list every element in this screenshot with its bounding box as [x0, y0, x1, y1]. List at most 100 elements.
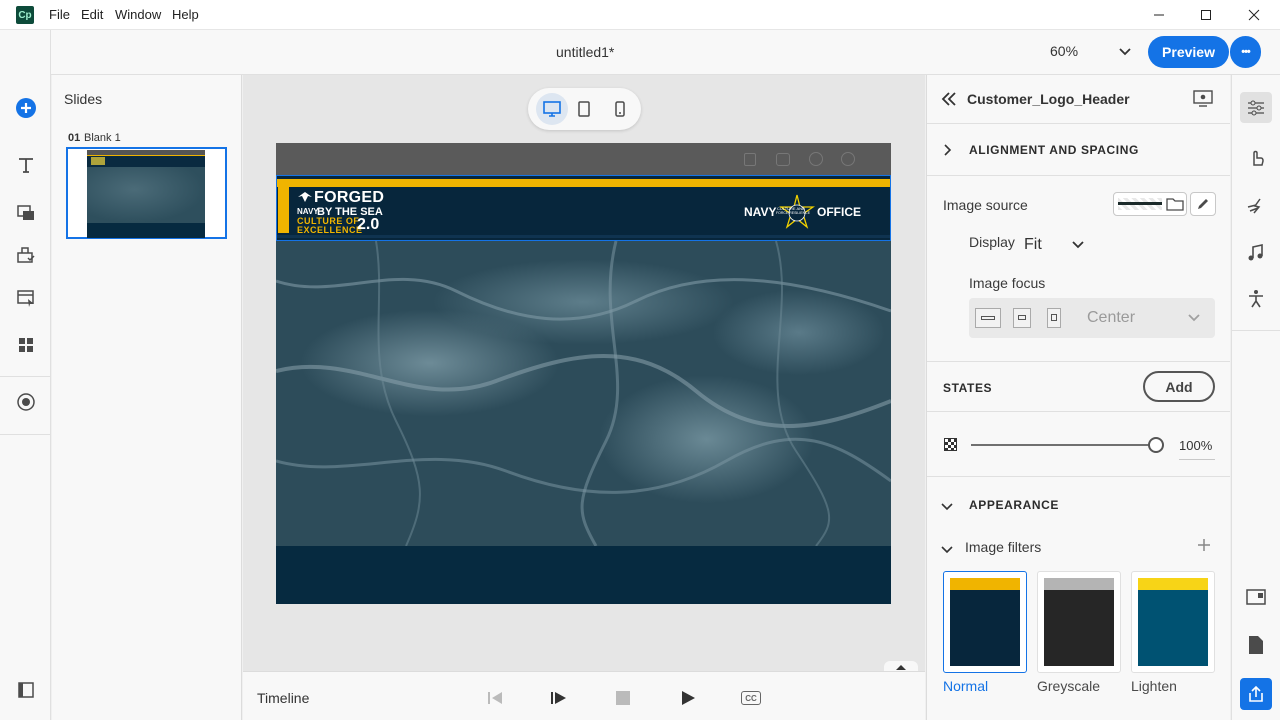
opacity-value[interactable]: 100%: [1179, 438, 1215, 460]
appearance-chevron-down-icon[interactable]: [941, 499, 953, 517]
audio-note-icon[interactable]: [1246, 243, 1266, 268]
mobile-icon[interactable]: [611, 99, 629, 124]
timeline-label: Timeline: [257, 690, 310, 706]
display-dropdown-value[interactable]: Fit: [1024, 236, 1042, 254]
opacity-slider-track[interactable]: [971, 444, 1155, 446]
menu-edit[interactable]: Edit: [81, 7, 103, 22]
tablet-icon[interactable]: [575, 99, 593, 124]
header-forged: FORGED: [314, 189, 385, 206]
filter-greyscale-label: Greyscale: [1037, 678, 1101, 694]
appearance-section-title[interactable]: APPEARANCE: [969, 498, 1059, 512]
properties-panel: Customer_Logo_Header ALIGNMENT AND SPACI…: [926, 75, 1230, 720]
focus-left-icon[interactable]: [975, 308, 1001, 328]
more-options-button[interactable]: •••: [1230, 36, 1261, 68]
app-logo: Cp: [16, 6, 34, 24]
publish-share-icon[interactable]: [1240, 678, 1272, 710]
slides-panel: Slides 01 Blank 1: [52, 75, 242, 720]
play-icon[interactable]: [680, 690, 696, 711]
menu-box-icon: [776, 153, 790, 166]
animation-icon[interactable]: [1246, 195, 1266, 220]
top-toolbar: untitled1* 60% Preview •••: [0, 30, 1280, 75]
filter-normal[interactable]: [943, 571, 1027, 673]
record-icon[interactable]: [14, 390, 38, 414]
preview-monitor-icon[interactable]: [1193, 90, 1213, 113]
image-source-thumbnail: [1118, 198, 1162, 210]
layout-panel-icon[interactable]: [1246, 588, 1266, 611]
slide-thumbnail[interactable]: [66, 147, 227, 239]
office-small-text-2: FORCE RESILIENCE: [776, 211, 811, 215]
device-switcher: [528, 88, 641, 130]
play-next-icon[interactable]: [550, 690, 568, 711]
accessibility-icon[interactable]: [1246, 289, 1266, 314]
widget-icon[interactable]: [14, 286, 38, 310]
slides-panel-title: Slides: [64, 91, 103, 107]
office-office: OFFICE: [817, 205, 861, 219]
customer-logo-header[interactable]: FORGED NAVY BY THE SEA CULTURE OF EXCELL…: [276, 175, 891, 241]
minimize-icon[interactable]: [1136, 0, 1182, 30]
focus-value[interactable]: Center: [1087, 309, 1135, 327]
add-filter-plus-icon[interactable]: [1197, 538, 1211, 557]
rewind-icon[interactable]: [486, 690, 504, 711]
zoom-value[interactable]: 60%: [1050, 43, 1078, 59]
panel-toggle-icon[interactable]: [14, 678, 38, 702]
closed-captions-icon[interactable]: CC: [741, 691, 761, 705]
opacity-checker-icon: [944, 438, 957, 451]
properties-sliders-icon[interactable]: [1240, 92, 1272, 123]
stop-icon[interactable]: [616, 691, 630, 705]
focus-chevron-down-icon[interactable]: [1187, 311, 1201, 330]
filter-lighten[interactable]: [1131, 571, 1215, 673]
desktop-icon[interactable]: [536, 93, 568, 125]
close-icon[interactable]: [1231, 0, 1277, 30]
globe-icon: [809, 152, 823, 166]
header-version: 2.0: [357, 216, 380, 233]
display-chevron-down-icon[interactable]: [1071, 238, 1085, 257]
maximize-icon[interactable]: [1183, 0, 1229, 30]
document-icon[interactable]: [1247, 635, 1265, 660]
menu-help[interactable]: Help: [172, 7, 199, 22]
star-emblem-icon: [778, 193, 816, 238]
assets-icon[interactable]: [14, 333, 38, 357]
edit-pencil-icon[interactable]: [1190, 192, 1216, 216]
media-icon[interactable]: [14, 201, 38, 225]
display-label: Display: [969, 234, 1015, 250]
timeline-bar: Timeline CC: [243, 671, 925, 720]
filter-normal-label: Normal: [943, 678, 989, 694]
image-source-label: Image source: [943, 197, 1028, 213]
image-filters-label: Image filters: [965, 539, 1042, 555]
alignment-chevron-right-icon[interactable]: [943, 143, 953, 161]
add-circle-icon[interactable]: [14, 96, 38, 120]
zoom-chevron-down-icon[interactable]: [1118, 44, 1132, 63]
left-tool-rail: [0, 30, 51, 720]
states-title: STATES: [943, 381, 993, 395]
menu-window[interactable]: Window: [115, 7, 161, 22]
interaction-hand-icon[interactable]: [1246, 147, 1266, 172]
slide-canvas[interactable]: FORGED NAVY BY THE SEA CULTURE OF EXCELL…: [276, 143, 891, 604]
menu-file[interactable]: File: [49, 7, 70, 22]
image-filters-chevron-down-icon[interactable]: [941, 542, 953, 560]
image-focus-control: Center: [969, 298, 1215, 338]
slide-name: Blank 1: [84, 132, 121, 144]
notes-icon: [744, 153, 756, 166]
collapse-double-chevron-left-icon[interactable]: [941, 91, 957, 112]
opacity-slider-handle[interactable]: [1148, 437, 1164, 453]
folder-icon[interactable]: [1166, 196, 1184, 217]
title-bar: Cp File Edit Window Help: [0, 0, 1280, 30]
focus-right-icon[interactable]: [1047, 308, 1061, 328]
right-tool-rail: [1231, 75, 1280, 720]
image-source-picker[interactable]: [1113, 192, 1187, 216]
text-icon[interactable]: [14, 153, 38, 177]
alignment-section-title[interactable]: ALIGNMENT AND SPACING: [969, 143, 1139, 157]
header-navy: NAVY: [297, 207, 319, 216]
ocean-background-image: [276, 241, 891, 546]
navy-eagle-icon: [297, 190, 313, 204]
focus-center-icon[interactable]: [1013, 308, 1031, 328]
filter-lighten-label: Lighten: [1131, 678, 1177, 694]
image-focus-label: Image focus: [969, 275, 1046, 291]
slide-number: 01: [68, 132, 81, 144]
add-state-button[interactable]: Add: [1143, 371, 1215, 402]
object-name: Customer_Logo_Header: [967, 91, 1130, 107]
canvas-area: FORGED NAVY BY THE SEA CULTURE OF EXCELL…: [243, 75, 925, 673]
preview-button[interactable]: Preview: [1148, 36, 1229, 68]
filter-greyscale[interactable]: [1037, 571, 1121, 673]
interactions-icon[interactable]: [14, 243, 38, 267]
